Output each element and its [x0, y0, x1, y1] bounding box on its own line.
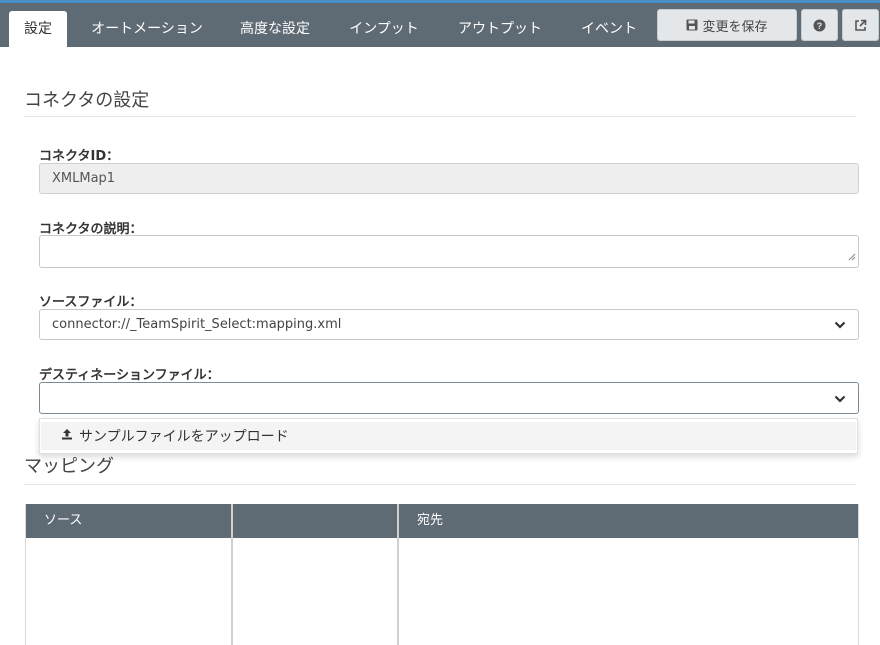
- upload-sample-file-label: サンプルファイルをアップロード: [79, 429, 289, 445]
- chevron-down-icon: [834, 393, 846, 408]
- upload-icon: [61, 428, 79, 444]
- save-button-label: 変更を保存: [702, 19, 768, 35]
- tab-advanced[interactable]: 高度な設定: [230, 11, 320, 47]
- destination-dropdown-menu: サンプルファイルをアップロード: [39, 418, 858, 454]
- mapping-section-title: マッピング: [24, 456, 114, 477]
- table-header-middle: [233, 504, 397, 538]
- tab-events[interactable]: イベント: [572, 11, 646, 47]
- tab-input[interactable]: インプット: [340, 11, 428, 47]
- chevron-down-icon: [834, 319, 846, 334]
- save-button[interactable]: 変更を保存: [657, 9, 797, 41]
- help-button[interactable]: ?: [801, 9, 838, 41]
- tab-bar: 設定 オートメーション 高度な設定 インプット アウトプット イベント 変更を保…: [0, 3, 880, 47]
- table-header-source: ソース: [26, 504, 231, 538]
- external-link-icon: [854, 19, 867, 32]
- destination-file-select[interactable]: [39, 382, 859, 414]
- destination-file-label: デスティネーションファイル：: [39, 368, 220, 383]
- tab-output[interactable]: アウトプット: [448, 11, 552, 47]
- source-file-select[interactable]: connector://_TeamSpirit_Select:mapping.x…: [39, 309, 859, 340]
- source-file-label: ソースファイル：: [39, 295, 143, 310]
- tab-automation[interactable]: オートメーション: [82, 11, 212, 47]
- resize-handle-icon[interactable]: [848, 250, 856, 265]
- source-file-value: connector://_TeamSpirit_Select:mapping.x…: [52, 317, 342, 332]
- connector-id-value: XMLMap1: [52, 171, 116, 186]
- mapping-divider: [24, 484, 856, 485]
- connector-id-label: コネクタID：: [39, 149, 120, 164]
- upload-sample-file-option[interactable]: サンプルファイルをアップロード: [41, 422, 856, 450]
- connector-description-textarea[interactable]: [39, 235, 859, 268]
- question-circle-icon: ?: [813, 19, 826, 32]
- mapping-table: ソース 宛先: [25, 504, 859, 645]
- external-link-button[interactable]: [842, 9, 879, 41]
- svg-text:?: ?: [817, 21, 823, 31]
- column-splitter[interactable]: [231, 504, 233, 645]
- column-splitter[interactable]: [397, 504, 399, 645]
- floppy-disk-icon: [686, 19, 698, 31]
- tab-settings[interactable]: 設定: [9, 11, 67, 47]
- connector-id-field[interactable]: XMLMap1: [39, 163, 859, 194]
- connector-settings-title: コネクタの設定: [24, 90, 150, 111]
- table-header-destination: 宛先: [399, 504, 858, 538]
- section-divider: [24, 116, 856, 117]
